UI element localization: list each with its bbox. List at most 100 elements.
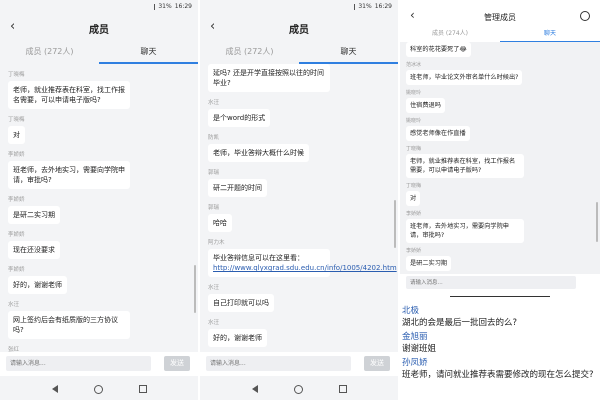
scrollbar[interactable] [596,202,598,242]
nav-home-icon[interactable] [293,384,303,394]
message-item: 姚晓玲 住宿费退吗 [406,89,600,113]
comment-text: 谢谢班姐 [402,344,437,354]
message-item: 水汪 自己打印就可以吗 [208,283,398,312]
nav-recent-icon[interactable] [138,385,147,393]
message-bubble[interactable]: 对 [406,191,421,206]
time-text: 16:29 [174,3,192,10]
tab-members[interactable]: 成员 (272人) [200,42,299,64]
status-bar: 31% 16:29 [0,0,198,13]
message-item: 李娇娇 是研二实习期 [406,247,600,271]
sender-name: 姚晓玲 [406,118,422,124]
sender-name: 姚晓玲 [406,90,422,96]
sender-name: 李娇娇 [406,248,422,254]
sender-name: 水汪 [208,320,220,326]
sender-name: 水汪 [208,100,220,106]
comment-text: 湖北的会是最后一批回去的么? [402,318,518,328]
sender-name: 丁晓梅 [406,183,422,189]
message-bubble[interactable]: 网上签约后会有纸质版的三方协议吗? [8,311,130,339]
sender-name: 李娇娇 [8,267,25,273]
message-bubble[interactable]: 是研二实习期 [406,256,452,271]
message-bubble[interactable]: 研二开题的时间 [208,179,267,197]
message-item: 李娇娇 班老师，去外地实习，需要向学院申请，审批吗? [8,150,198,189]
tab-chat[interactable]: 聊天 [299,42,398,64]
page-title: 管理成员 [484,12,516,22]
message-list[interactable]: 丁晓梅 老师，就业推荐表在科室，找工作报名需要，可以申请电子版吗? 丁晓梅对 李娇… [0,70,198,352]
sender-name: 郭瑞 [208,205,220,211]
message-bubble[interactable]: 毕业答辩信息可以在这里看： http://www.qlyxgrad.sdu.edu… [208,249,397,277]
commenter-name: 孙凤娇 [402,358,428,368]
system-nav-bar [0,378,198,400]
message-bubble[interactable]: 住宿费退吗 [406,98,445,113]
back-icon[interactable]: ‹ [210,19,215,34]
tab-members[interactable]: 成员 (272人) [0,42,99,64]
sender-name: 李娇娇 [8,232,25,238]
page-title: 成员 [89,24,109,36]
message-input[interactable] [406,276,576,289]
message-item: 科室的花花要死了😂 [406,42,600,57]
sender-name: 郭瑞 [208,170,220,176]
message-bubble[interactable]: 现在还没要求 [8,241,60,259]
message-bubble[interactable]: 对 [8,126,25,144]
settings-icon[interactable] [580,11,590,21]
message-bubble[interactable]: 自己打印就可以吗 [208,294,274,312]
status-bar: 31% 16:29 [200,0,398,13]
message-bubble[interactable]: 老师，就业推荐表在科室，找工作报名需要，可以申请电子版吗? [8,81,130,109]
message-item: 李娇娇 是研二实习期 [8,195,198,224]
message-bubble[interactable]: 班老师，去外地实习，需要向学院申请，审批吗? [406,219,524,243]
page-title: 成员 [289,24,309,36]
time-text: 16:29 [374,3,392,10]
divider [450,296,550,297]
message-item: 丁晓梅 老师，就业推荐表在科室，找工作报名需要，可以申请电子版吗? [8,70,198,109]
message-bubble[interactable]: 老师，就业推荐表在科室，找工作报名需要，可以申请电子版吗? [406,154,524,178]
message-item: 水汪是个word的形式 [208,98,398,127]
nav-recent-icon[interactable] [338,385,347,393]
nav-back-icon[interactable] [251,385,258,393]
message-bubble[interactable]: 科室的花花要死了😂 [406,42,471,57]
system-nav-bar [200,378,398,400]
nav-home-icon[interactable] [93,384,103,394]
sender-name: 丁晓梅 [406,146,422,152]
send-button[interactable]: 发送 [164,356,190,371]
message-link[interactable]: http://www.qlyxgrad.sdu.edu.cn/info/1005… [213,264,397,272]
scrollbar[interactable] [194,265,196,313]
tab-bar: 成员 (272人) 聊天 [200,42,398,64]
message-bubble[interactable]: 感觉老师像在作直播 [406,126,470,141]
back-icon[interactable]: ‹ [10,19,15,34]
message-bubble[interactable]: 是个word的形式 [208,109,271,127]
message-bubble[interactable]: 班老师，去外地实习，需要向学院申请，审批吗? [8,161,130,189]
message-item: 阿力木毕业答辩信息可以在这里看： http://www.qlyxgrad.sdu.… [208,238,398,277]
nav-back-icon[interactable] [51,385,58,393]
sender-name: 丁晓梅 [8,117,25,123]
message-bubble[interactable]: 好的，谢谢老师 [8,276,67,294]
chat-panel-3: ‹ 管理成员 成员 (274人) 聊天 科室的花花要死了😂 范冰冰 班老师，毕业论… [400,0,600,400]
sender-name: 阿力木 [208,240,225,246]
sender-name: 李娇娇 [406,211,422,217]
send-button[interactable]: 发送 [364,356,390,371]
scrollbar[interactable] [394,200,396,248]
message-input[interactable] [6,356,151,371]
message-bubble[interactable]: 老师，毕业答辩大概什么时候 [208,144,309,162]
message-list[interactable]: 科室的花花要死了😂 范冰冰 班老师，毕业论文外审名单什么时候出? 姚晓玲 住宿费退吗… [400,42,600,292]
chat-area: 科室的花花要死了😂 范冰冰 班老师，毕业论文外审名单什么时候出? 姚晓玲 住宿费退吗… [400,42,600,292]
message-item: 丁晓梅对 [406,182,600,206]
tab-members[interactable]: 成员 (274人) [400,28,500,42]
page-header: ‹ 成员 [0,14,198,42]
message-input[interactable] [206,356,351,371]
message-list[interactable]: 延吗? 还是开学直接按照以往的时间毕业? 水汪 是个word的形式 防凯 老师，毕业… [200,64,398,352]
commenter-name: 北极 [402,306,420,316]
message-bubble[interactable]: 延吗? 还是开学直接按照以往的时间毕业? [208,64,330,92]
chat-panel-1: 31% 16:29 ‹ 成员 成员 (272人) 聊天 丁晓梅 老师，就业推荐表在… [0,0,198,400]
tab-chat[interactable]: 聊天 [99,42,198,64]
back-icon[interactable]: ‹ [410,8,415,22]
message-bubble[interactable]: 是研二实习期 [8,206,60,224]
message-bubble[interactable]: 哈哈 [208,214,232,232]
chat-panel-2: 31% 16:29 ‹ 成员 成员 (272人) 聊天 延吗? 还是开学直接按照… [200,0,398,400]
sender-name: 张红 [8,347,20,352]
battery-text: 31% [358,3,372,10]
message-bubble[interactable]: 班老师，毕业论文外审名单什么时候出? [406,70,523,85]
tab-chat[interactable]: 聊天 [500,28,600,42]
message-bubble[interactable]: 好的，谢谢老师 [208,329,267,347]
message-item: 丁晓梅对 [8,115,198,144]
sender-name: 李娇娇 [8,197,25,203]
signal-icon [141,3,156,10]
